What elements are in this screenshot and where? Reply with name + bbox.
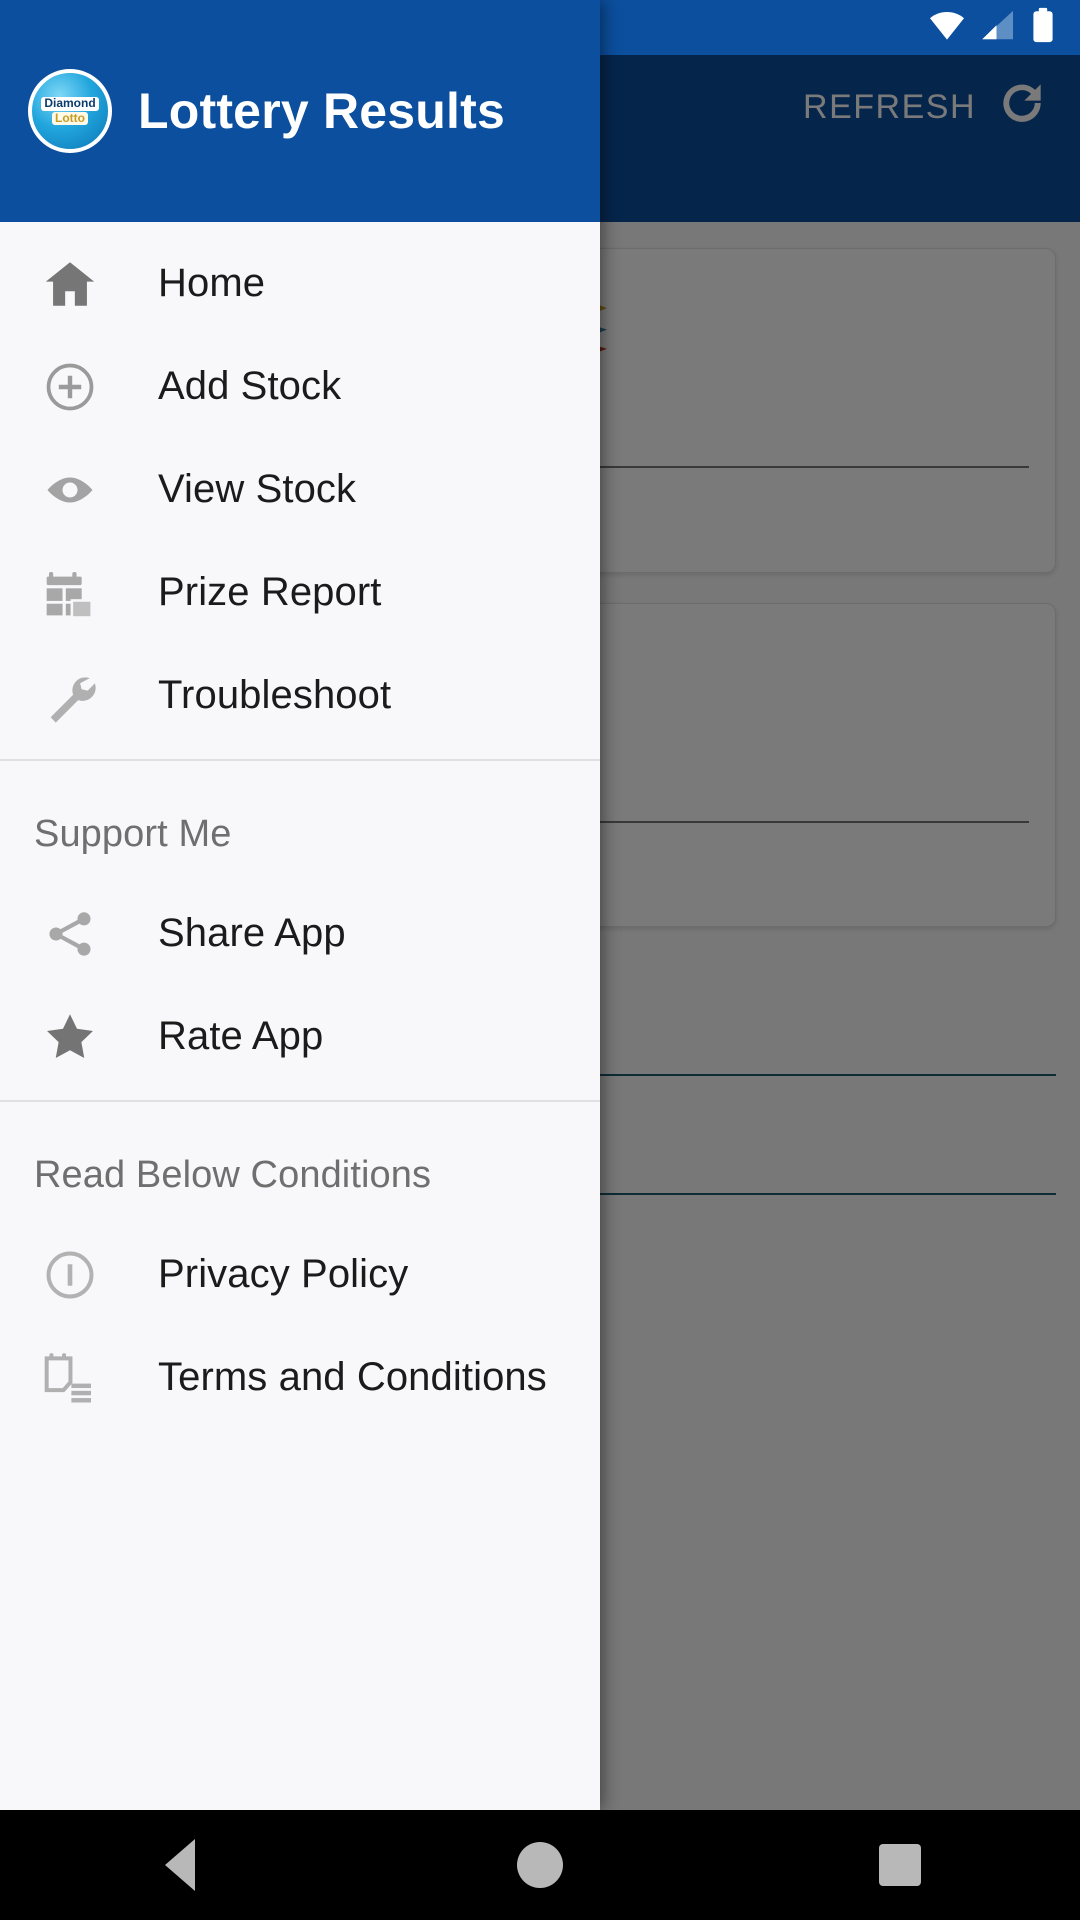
back-button[interactable] — [120, 1810, 240, 1920]
home-circle-icon — [517, 1842, 563, 1888]
sidebar-item-add-stock[interactable]: Add Stock — [0, 335, 600, 438]
wifi-icon — [928, 8, 966, 47]
drawer-section-support: Support Me Share App Rate App — [0, 761, 600, 1100]
back-triangle-icon — [165, 1839, 195, 1891]
drawer-section-main: Home Add Stock View Stock Prize Report T… — [0, 222, 600, 759]
sidebar-item-label: Terms and Conditions — [158, 1355, 547, 1399]
sidebar-item-rate-app[interactable]: Rate App — [0, 985, 600, 1088]
drawer-section-conditions: Read Below Conditions Privacy Policy Ter… — [0, 1102, 600, 1441]
info-circle-icon — [34, 1247, 106, 1303]
sidebar-item-label: View Stock — [158, 467, 357, 511]
sidebar-item-label: Prize Report — [158, 570, 382, 614]
sidebar-item-home[interactable]: Home — [0, 232, 600, 335]
star-icon — [34, 1008, 106, 1066]
sidebar-item-label: Share App — [158, 911, 346, 955]
page-title: Lottery Results — [138, 83, 505, 139]
phone-screen: REFRESH Result List — [0, 0, 1080, 1920]
sidebar-item-label: Privacy Policy — [158, 1252, 409, 1296]
grid-report-icon — [34, 565, 106, 621]
sidebar-item-label: Rate App — [158, 1014, 324, 1058]
recents-button[interactable] — [840, 1810, 960, 1920]
sidebar-item-label: Home — [158, 261, 266, 305]
home-icon — [34, 255, 106, 313]
plus-circle-icon — [34, 359, 106, 415]
battery-icon — [1030, 7, 1056, 48]
eye-icon — [34, 460, 106, 520]
sidebar-item-terms-and-conditions[interactable]: Terms and Conditions — [0, 1326, 600, 1429]
drawer-section-caption: Read Below Conditions — [34, 1154, 432, 1196]
clipboard-list-icon — [34, 1350, 106, 1406]
recents-square-icon — [879, 1844, 921, 1886]
status-bar-right — [928, 7, 1056, 48]
wrench-icon — [34, 667, 106, 725]
share-icon — [34, 906, 106, 962]
sidebar-item-prize-report[interactable]: Prize Report — [0, 541, 600, 644]
drawer-header: Diamond Lotto Lottery Results — [0, 0, 600, 222]
sidebar-item-share-app[interactable]: Share App — [0, 882, 600, 985]
logo-line-2: Lotto — [52, 111, 88, 126]
sidebar-item-label: Troubleshoot — [158, 673, 392, 717]
android-navigation-bar — [0, 1810, 1080, 1920]
sidebar-item-label: Add Stock — [158, 364, 342, 408]
app-logo-icon: Diamond Lotto — [28, 69, 112, 153]
sidebar-item-privacy-policy[interactable]: Privacy Policy — [0, 1223, 600, 1326]
sidebar-item-view-stock[interactable]: View Stock — [0, 438, 600, 541]
home-button[interactable] — [480, 1810, 600, 1920]
sidebar-item-troubleshoot[interactable]: Troubleshoot — [0, 644, 600, 747]
drawer-section-caption: Support Me — [34, 813, 232, 855]
logo-line-1: Diamond — [41, 96, 99, 111]
navigation-drawer: Diamond Lotto Lottery Results Home Add S… — [0, 0, 600, 1810]
cellular-signal-icon — [980, 8, 1016, 47]
